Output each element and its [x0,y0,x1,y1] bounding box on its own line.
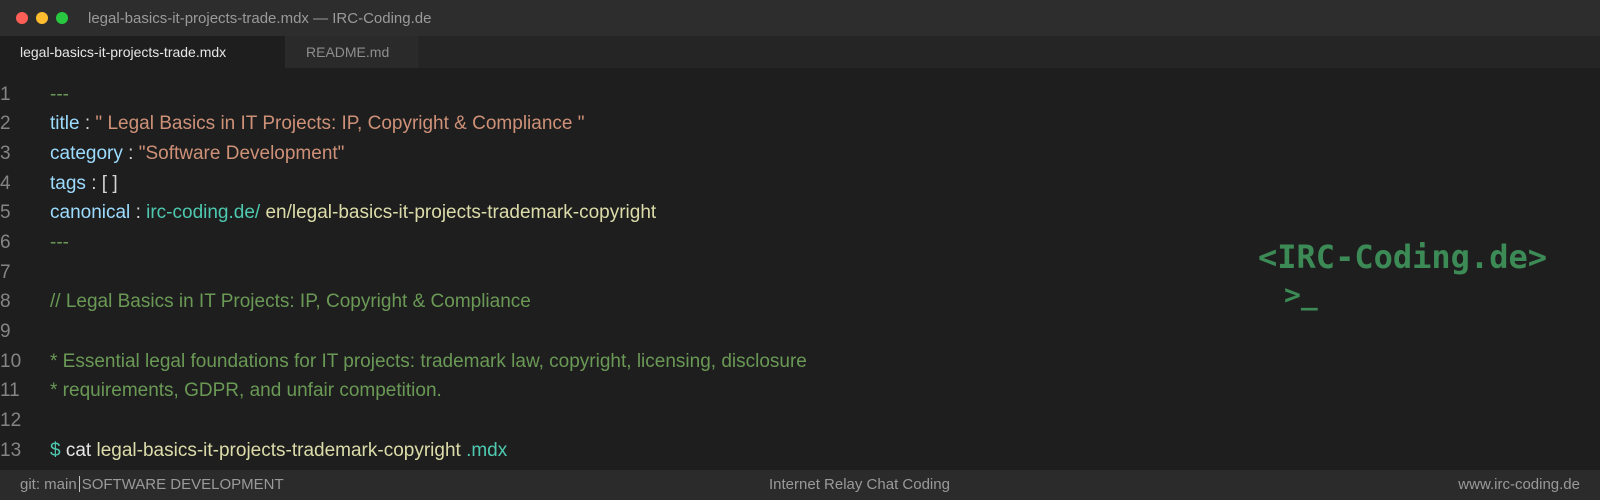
category-key: category [50,143,123,164]
tags-value: [ ] [101,173,118,194]
code-line: 10 * Essential legal foundations for IT … [0,347,1600,377]
code-line: 4 tags : [ ] [0,169,1600,199]
line-number: 10 [0,351,22,372]
code-line: 13 $ cat legal-basics-it-projects-tradem… [0,436,1600,466]
line-number: 9 [0,321,11,342]
line-number: 6 [0,232,11,253]
status-separator [78,476,80,492]
tab-legal-basics-mdx[interactable]: legal-basics-it-projects-trade.mdx [0,36,286,68]
title-value: " Legal Basics in IT Projects: IP, Copyr… [95,113,585,134]
code-line: 2 title : " Legal Basics in IT Projects:… [0,109,1600,139]
line-number: 12 [0,410,22,431]
command-extension: .mdx [466,440,508,461]
heading-comment: // Legal Basics in IT Projects: IP, Copy… [50,291,531,312]
separator: : [91,173,97,194]
line-number: 11 [0,380,20,401]
category-status: SOFTWARE DEVELOPMENT [81,476,284,493]
canonical-domain: irc-coding.de/ [146,202,261,223]
close-window-button[interactable] [16,12,28,24]
code-line: 12 [0,406,1600,436]
site-logo: <IRC-Coding.de> [1258,238,1547,276]
line-number: 3 [0,143,11,164]
code-line: 3 category : "Software Development" [0,139,1600,169]
shell-prompt: $ [50,440,61,461]
git-branch-status[interactable]: git: main [20,476,77,493]
editor-window: legal-basics-it-projects-trade.mdx — IRC… [0,0,1600,500]
separator: : [84,113,91,134]
window-title: legal-basics-it-projects-trade.mdx — IRC… [88,10,432,27]
frontmatter-delimiter: --- [50,232,69,253]
tags-key: tags [50,173,86,194]
line-number: 13 [0,440,22,461]
line-number: 7 [0,262,11,283]
line-number: 2 [0,113,11,134]
status-website-link[interactable]: www.irc-coding.de [1458,470,1580,500]
line-number: 5 [0,202,11,223]
code-line: 8 // Legal Basics in IT Projects: IP, Co… [0,287,1600,317]
title-bar: legal-basics-it-projects-trade.mdx — IRC… [0,0,1600,36]
canonical-path: en/legal-basics-it-projects-trademark-co… [265,202,657,223]
minimize-window-button[interactable] [36,12,48,24]
code-line: 5 canonical : irc-coding.de/ en/legal-ba… [0,198,1600,228]
description-line-2: * requirements, GDPR, and unfair competi… [50,380,442,401]
status-center-text: Internet Relay Chat Coding [769,476,950,493]
tab-bar: legal-basics-it-projects-trade.mdx READM… [0,36,1600,68]
frontmatter-delimiter: --- [50,84,69,105]
code-line: 11 * requirements, GDPR, and unfair comp… [0,376,1600,406]
status-left: git: main SOFTWARE DEVELOPMENT [20,470,284,500]
tab-readme[interactable]: README.md [286,36,418,68]
category-value: "Software Development" [138,143,345,164]
code-line: 9 [0,317,1600,347]
line-number: 8 [0,291,11,312]
line-number: 1 [0,84,11,105]
maximize-window-button[interactable] [56,12,68,24]
separator: : [128,143,134,164]
command-filename: legal-basics-it-projects-trademark-copyr… [96,440,461,461]
line-number: 4 [0,173,11,194]
shell-command: cat [65,440,92,461]
terminal-prompt-icon: >_ [1284,278,1318,311]
status-bar: git: main SOFTWARE DEVELOPMENT Internet R… [0,470,1600,500]
separator: : [135,202,141,223]
title-key: title [50,113,80,134]
code-line: 1 --- [0,80,1600,110]
description-line-1: * Essential legal foundations for IT pro… [50,351,807,372]
canonical-key: canonical [50,202,131,223]
